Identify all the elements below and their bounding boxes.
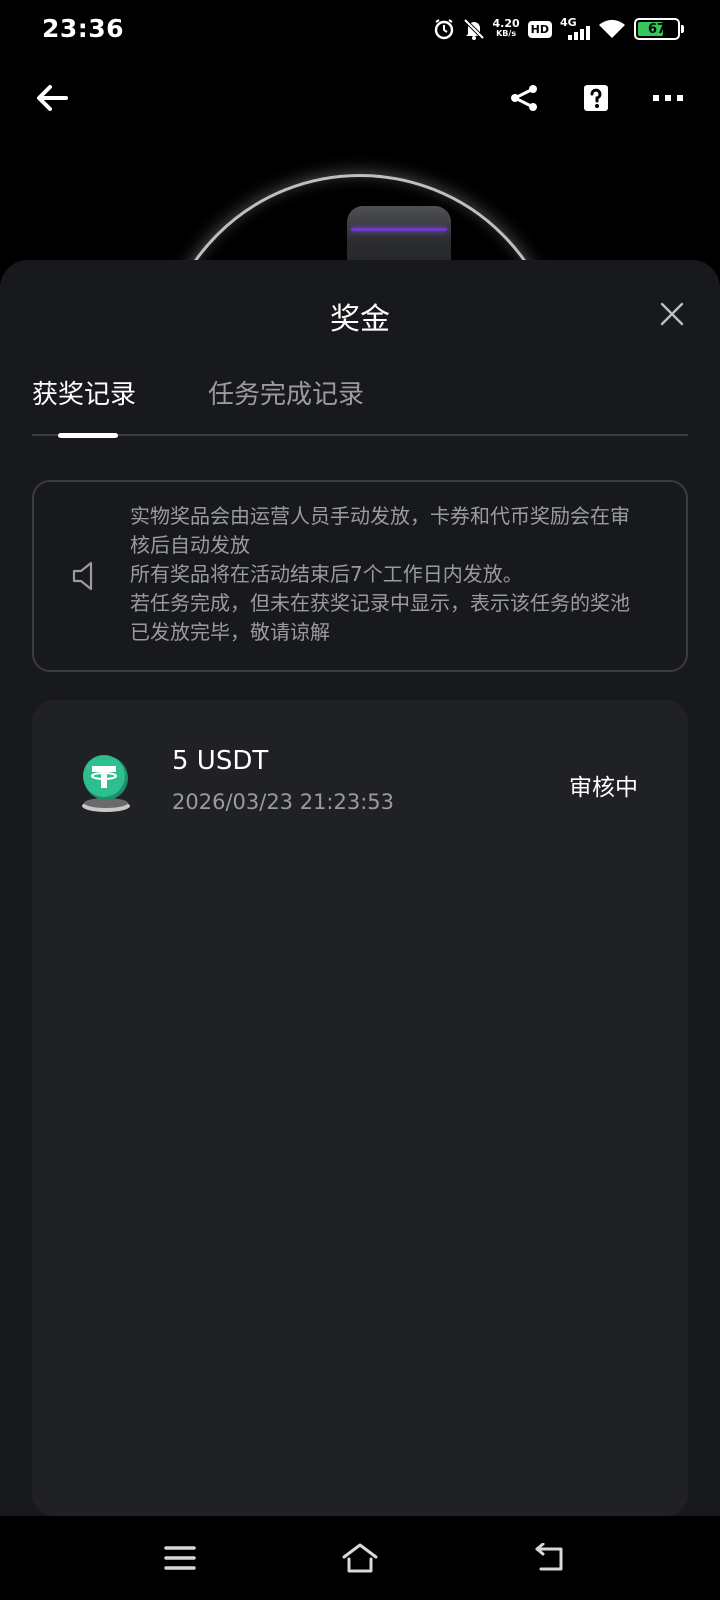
notice-line-2: 所有奖品将在活动结束后7个工作日内发放。 xyxy=(130,562,523,586)
battery-icon: 67 xyxy=(634,18,684,40)
wifi-icon xyxy=(598,18,626,40)
status-icons: 4.20 KB/s HD 4G 67 xyxy=(433,14,684,44)
share-button[interactable] xyxy=(502,76,546,120)
share-icon xyxy=(511,85,537,111)
notice-box: 实物奖品会由运营人员手动发放，卡券和代币奖励会在审核后自动发放 所有奖品将在活动… xyxy=(32,480,688,672)
prize-sheet: 奖金 获奖记录 任务完成记录 实物奖品会由运营人员手动发放，卡券和代币奖励会在审… xyxy=(0,260,720,1516)
menu-icon xyxy=(164,1546,196,1570)
record-amount: 5 USDT xyxy=(172,746,269,776)
tab-task-records[interactable]: 任务完成记录 xyxy=(208,374,364,411)
hero-banner xyxy=(0,138,720,278)
close-icon xyxy=(660,302,684,326)
tab-bar: 获奖记录 任务完成记录 xyxy=(32,360,688,438)
help-button[interactable] xyxy=(574,76,618,120)
help-icon xyxy=(584,85,608,111)
notice-line-3: 若任务完成，但未在获奖记录中显示，表示该任务的奖池已发放完毕，敬请谅解 xyxy=(130,591,630,644)
more-button[interactable] xyxy=(646,76,690,120)
sheet-title: 奖金 xyxy=(330,302,390,337)
notice-line-1: 实物奖品会由运营人员手动发放，卡券和代币奖励会在审核后自动发放 xyxy=(130,504,630,557)
tab-prize-records[interactable]: 获奖记录 xyxy=(32,374,136,411)
signal-icon: 4G xyxy=(560,16,590,40)
net-speed: 4.20 KB/s xyxy=(492,17,520,38)
mute-bell-icon xyxy=(463,18,485,40)
alarm-icon xyxy=(433,18,455,40)
speaker-icon xyxy=(72,561,93,591)
more-icon xyxy=(653,95,683,101)
home-icon xyxy=(342,1543,378,1573)
status-bar: 23:36 4.20 KB/s HD 4G 67 xyxy=(0,0,720,58)
system-nav-bar xyxy=(0,1516,720,1600)
hd-icon: HD xyxy=(527,20,552,38)
nav-menu-button[interactable] xyxy=(160,1538,200,1578)
nav-back-button[interactable] xyxy=(530,1538,570,1578)
records-list: 5 USDT 2026/03/23 21:23:53 审核中 xyxy=(32,700,688,1516)
back-button[interactable] xyxy=(30,76,74,120)
record-time: 2026/03/23 21:23:53 xyxy=(172,790,395,814)
nav-home-button[interactable] xyxy=(340,1538,380,1578)
notice-text: 实物奖品会由运营人员手动发放，卡券和代币奖励会在审核后自动发放 所有奖品将在活动… xyxy=(130,502,640,647)
status-time: 23:36 xyxy=(42,14,125,43)
back-arrow-icon xyxy=(37,85,68,111)
usdt-coin-icon xyxy=(82,755,130,812)
back-icon xyxy=(535,1543,563,1571)
active-tab-indicator xyxy=(58,433,118,438)
record-status: 审核中 xyxy=(569,775,638,801)
app-bar xyxy=(0,58,720,138)
record-item[interactable]: 5 USDT 2026/03/23 21:23:53 审核中 xyxy=(32,700,688,840)
close-button[interactable] xyxy=(650,292,694,336)
